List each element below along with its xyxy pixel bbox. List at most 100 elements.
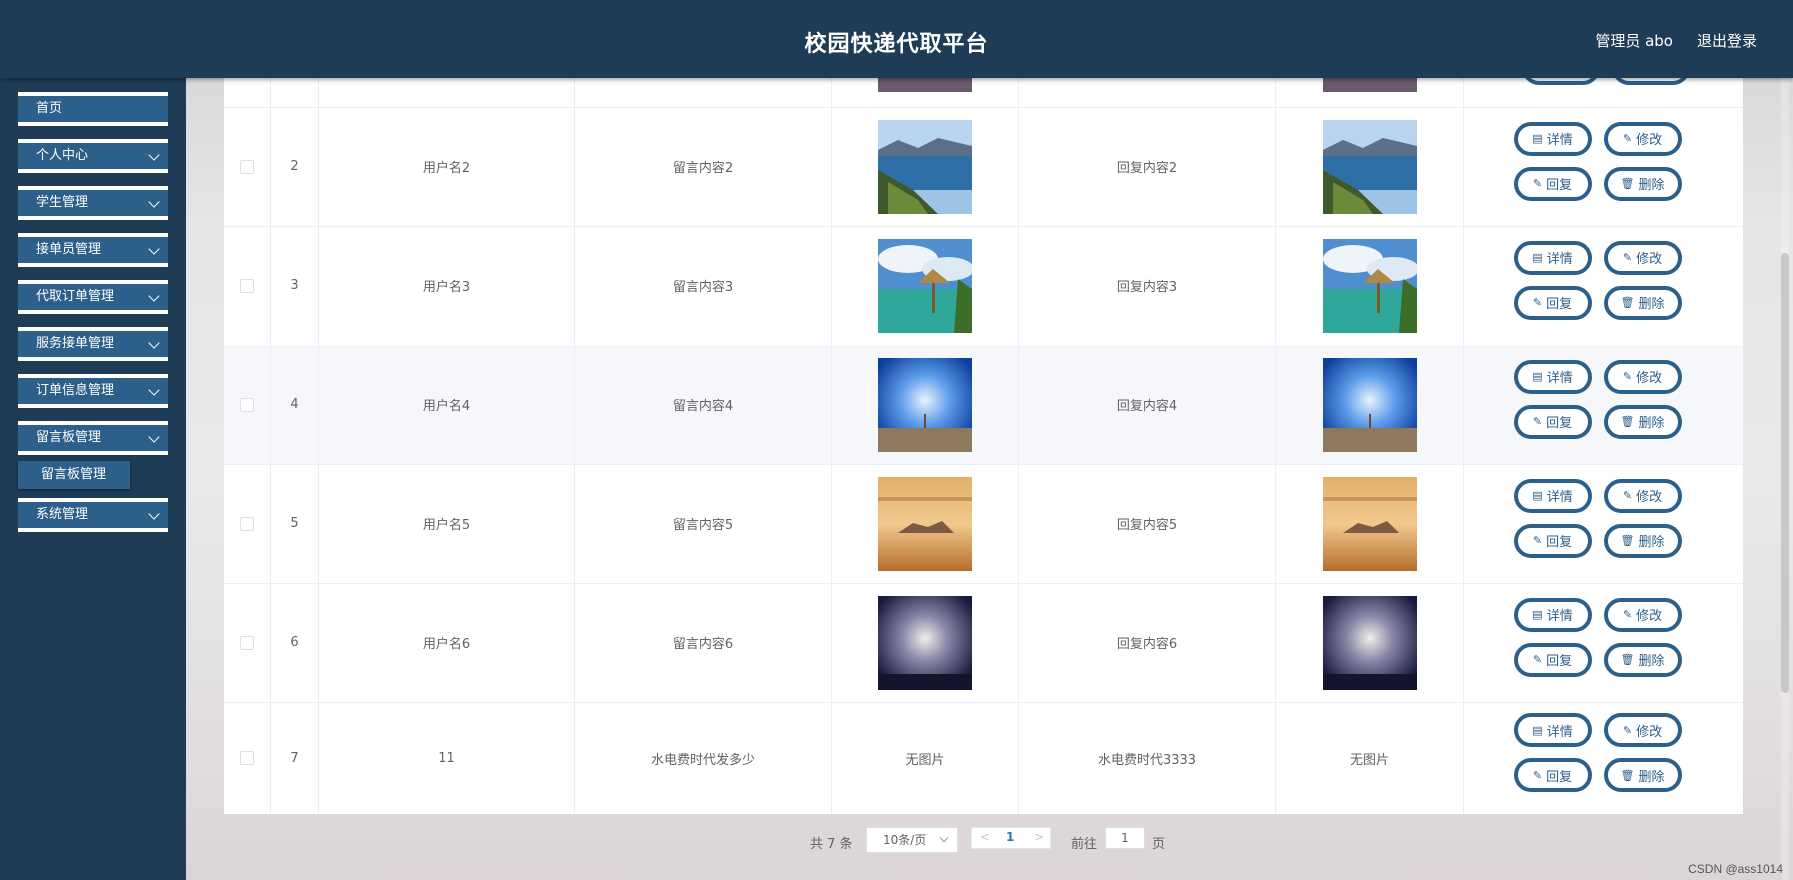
row-checkbox[interactable] [240, 635, 254, 650]
current-page[interactable]: 1 [1006, 830, 1014, 844]
button-label: 详情 [1546, 724, 1573, 740]
row-checkbox[interactable] [240, 516, 254, 531]
button-label: 详情 [1546, 490, 1573, 505]
sidebar-item-order-info[interactable]: 订单信息管理 [18, 374, 168, 408]
reply-button[interactable]: ✎ 回复 [1513, 642, 1592, 677]
detail-button[interactable]: ▤ 详情 [1513, 713, 1592, 747]
page-unit-label: 页 [1152, 837, 1166, 852]
delete-button[interactable]: 🗑 删除 [1603, 758, 1682, 792]
reply-button[interactable]: ✎ 回复 [1513, 166, 1592, 201]
detail-button[interactable]: ▤ 详情 [1513, 359, 1592, 394]
delete-button[interactable]: 🗑 删除 [1603, 642, 1682, 677]
sunset-image [878, 476, 972, 571]
document-icon: ▤ [1532, 489, 1543, 502]
trash-icon: 🗑 [1620, 768, 1635, 782]
sidebar: 首页 个人中心 学生管理 接单员管理 代取订单管理 服务接单管理 订单信息管理 … [0, 78, 186, 880]
row-checkbox[interactable] [240, 159, 254, 174]
row-index: 2 [271, 107, 319, 226]
button-label: 修改 [1636, 252, 1663, 267]
reply-button[interactable]: ✎ 回复 [1513, 523, 1592, 558]
reply-button[interactable]: ✎ 回复 [1513, 285, 1592, 320]
edit-button[interactable] [1612, 78, 1690, 85]
actions-cell: ▤ 详情 ✎ 修改 ✎ 回复 🗑 删除 [1464, 226, 1743, 345]
reply-cell: 回复内容2 [1019, 107, 1276, 226]
username-cell: 用户名3 [319, 226, 575, 345]
actions-cell: ▤ 详情 ✎ 修改 ✎ 回复 🗑 删除 [1464, 702, 1743, 814]
sidebar-item-message-board[interactable]: 留言板管理 [18, 421, 168, 455]
reply-image-cell [1276, 345, 1464, 464]
message-table: 2 用户名2 留言内容2 回复内容2 ▤ 详情 ✎ 修改 ✎ 回复 🗑 删除 3… [224, 78, 1743, 814]
scrollbar-thumb[interactable] [1781, 253, 1789, 693]
action-buttons: ▤ 详情 ✎ 修改 ✎ 回复 🗑 删除 [1513, 240, 1694, 331]
next-page-button[interactable]: > [1034, 830, 1044, 844]
night-sky-image [878, 595, 972, 690]
submenu-item-message-board[interactable]: 留言板管理 [18, 461, 130, 489]
sidebar-item-personal-center[interactable]: 个人中心 [18, 139, 168, 173]
chevron-down-icon [148, 196, 160, 208]
action-buttons: ▤ 详情 ✎ 修改 ✎ 回复 🗑 删除 [1513, 478, 1694, 569]
button-label: 修改 [1636, 609, 1663, 624]
sidebar-item-service-orders[interactable]: 服务接单管理 [18, 327, 168, 361]
detail-button[interactable] [1522, 78, 1600, 85]
detail-button[interactable]: ▤ 详情 [1513, 121, 1592, 156]
row-checkbox[interactable] [240, 397, 254, 412]
goto-label: 前往 [1071, 837, 1098, 852]
button-label: 回复 [1546, 535, 1573, 550]
edit-button[interactable]: ✎ 修改 [1603, 359, 1682, 394]
pencil-icon: ✎ [1622, 608, 1633, 621]
delete-button[interactable]: 🗑 删除 [1603, 166, 1682, 201]
button-label: 回复 [1546, 769, 1573, 785]
pencil-icon: ✎ [1532, 534, 1543, 547]
message-cell: 水电费时代发多少 [575, 702, 832, 814]
pager-box: < 1 > [971, 827, 1051, 849]
reply-button[interactable]: ✎ 回复 [1513, 758, 1592, 792]
pencil-icon: ✎ [1622, 251, 1633, 264]
edit-button[interactable]: ✎ 修改 [1603, 713, 1682, 747]
pencil-icon: ✎ [1532, 415, 1543, 428]
reply-button[interactable]: ✎ 回复 [1513, 404, 1592, 439]
chevron-down-icon [148, 149, 160, 161]
page-size-select[interactable]: 10条/页 [866, 827, 958, 853]
sidebar-item-home[interactable]: 首页 [18, 92, 168, 126]
delete-button[interactable]: 🗑 删除 [1603, 523, 1682, 558]
row-checkbox[interactable] [240, 278, 254, 293]
page-title: 校园快递代取平台 [804, 32, 989, 57]
sidebar-item-student-management[interactable]: 学生管理 [18, 186, 168, 220]
sidebar-item-system-management[interactable]: 系统管理 [18, 498, 168, 532]
trash-icon: 🗑 [1620, 534, 1635, 547]
row-index: 3 [271, 226, 319, 345]
edit-button[interactable]: ✎ 修改 [1603, 478, 1682, 513]
reply-image-cell [1276, 464, 1464, 583]
row-checkbox[interactable] [240, 751, 254, 765]
button-label: 修改 [1636, 371, 1663, 386]
row-index: 6 [271, 583, 319, 702]
detail-button[interactable]: ▤ 详情 [1513, 478, 1592, 513]
detail-button[interactable]: ▤ 详情 [1513, 240, 1592, 275]
sidebar-item-label: 服务接单管理 [36, 336, 115, 351]
logout-button[interactable]: 退出登录 [1697, 30, 1757, 51]
trash-icon: 🗑 [1620, 177, 1635, 190]
edit-button[interactable]: ✎ 修改 [1603, 121, 1682, 156]
reply-cell: 回复内容6 [1019, 583, 1276, 702]
edit-button[interactable]: ✎ 修改 [1603, 240, 1682, 275]
button-label: 删除 [1638, 769, 1665, 785]
sidebar-item-pickup-orders[interactable]: 代取订单管理 [18, 280, 168, 314]
sunset-image [1322, 476, 1417, 571]
username-cell: 用户名5 [319, 464, 575, 583]
sidebar-item-courier-management[interactable]: 接单员管理 [18, 233, 168, 267]
action-buttons: ▤ 详情 ✎ 修改 ✎ 回复 🗑 删除 [1513, 713, 1694, 803]
image-cell [832, 345, 1019, 464]
document-icon: ▤ [1532, 370, 1543, 383]
delete-button[interactable]: 🗑 删除 [1603, 404, 1682, 439]
pencil-icon: ✎ [1622, 132, 1633, 145]
edit-button[interactable]: ✎ 修改 [1603, 597, 1682, 632]
prev-page-button[interactable]: < [980, 830, 990, 844]
table-row: 4 用户名4 留言内容4 回复内容4 ▤ 详情 ✎ 修改 ✎ 回复 🗑 删除 [224, 345, 1743, 465]
delete-button[interactable]: 🗑 删除 [1603, 285, 1682, 320]
chevron-down-icon [148, 243, 160, 255]
sidebar-item-label: 学生管理 [36, 195, 89, 210]
goto-page-input[interactable] [1105, 827, 1145, 849]
image-cell [832, 583, 1019, 702]
detail-button[interactable]: ▤ 详情 [1513, 597, 1592, 632]
pencil-icon: ✎ [1532, 653, 1543, 666]
